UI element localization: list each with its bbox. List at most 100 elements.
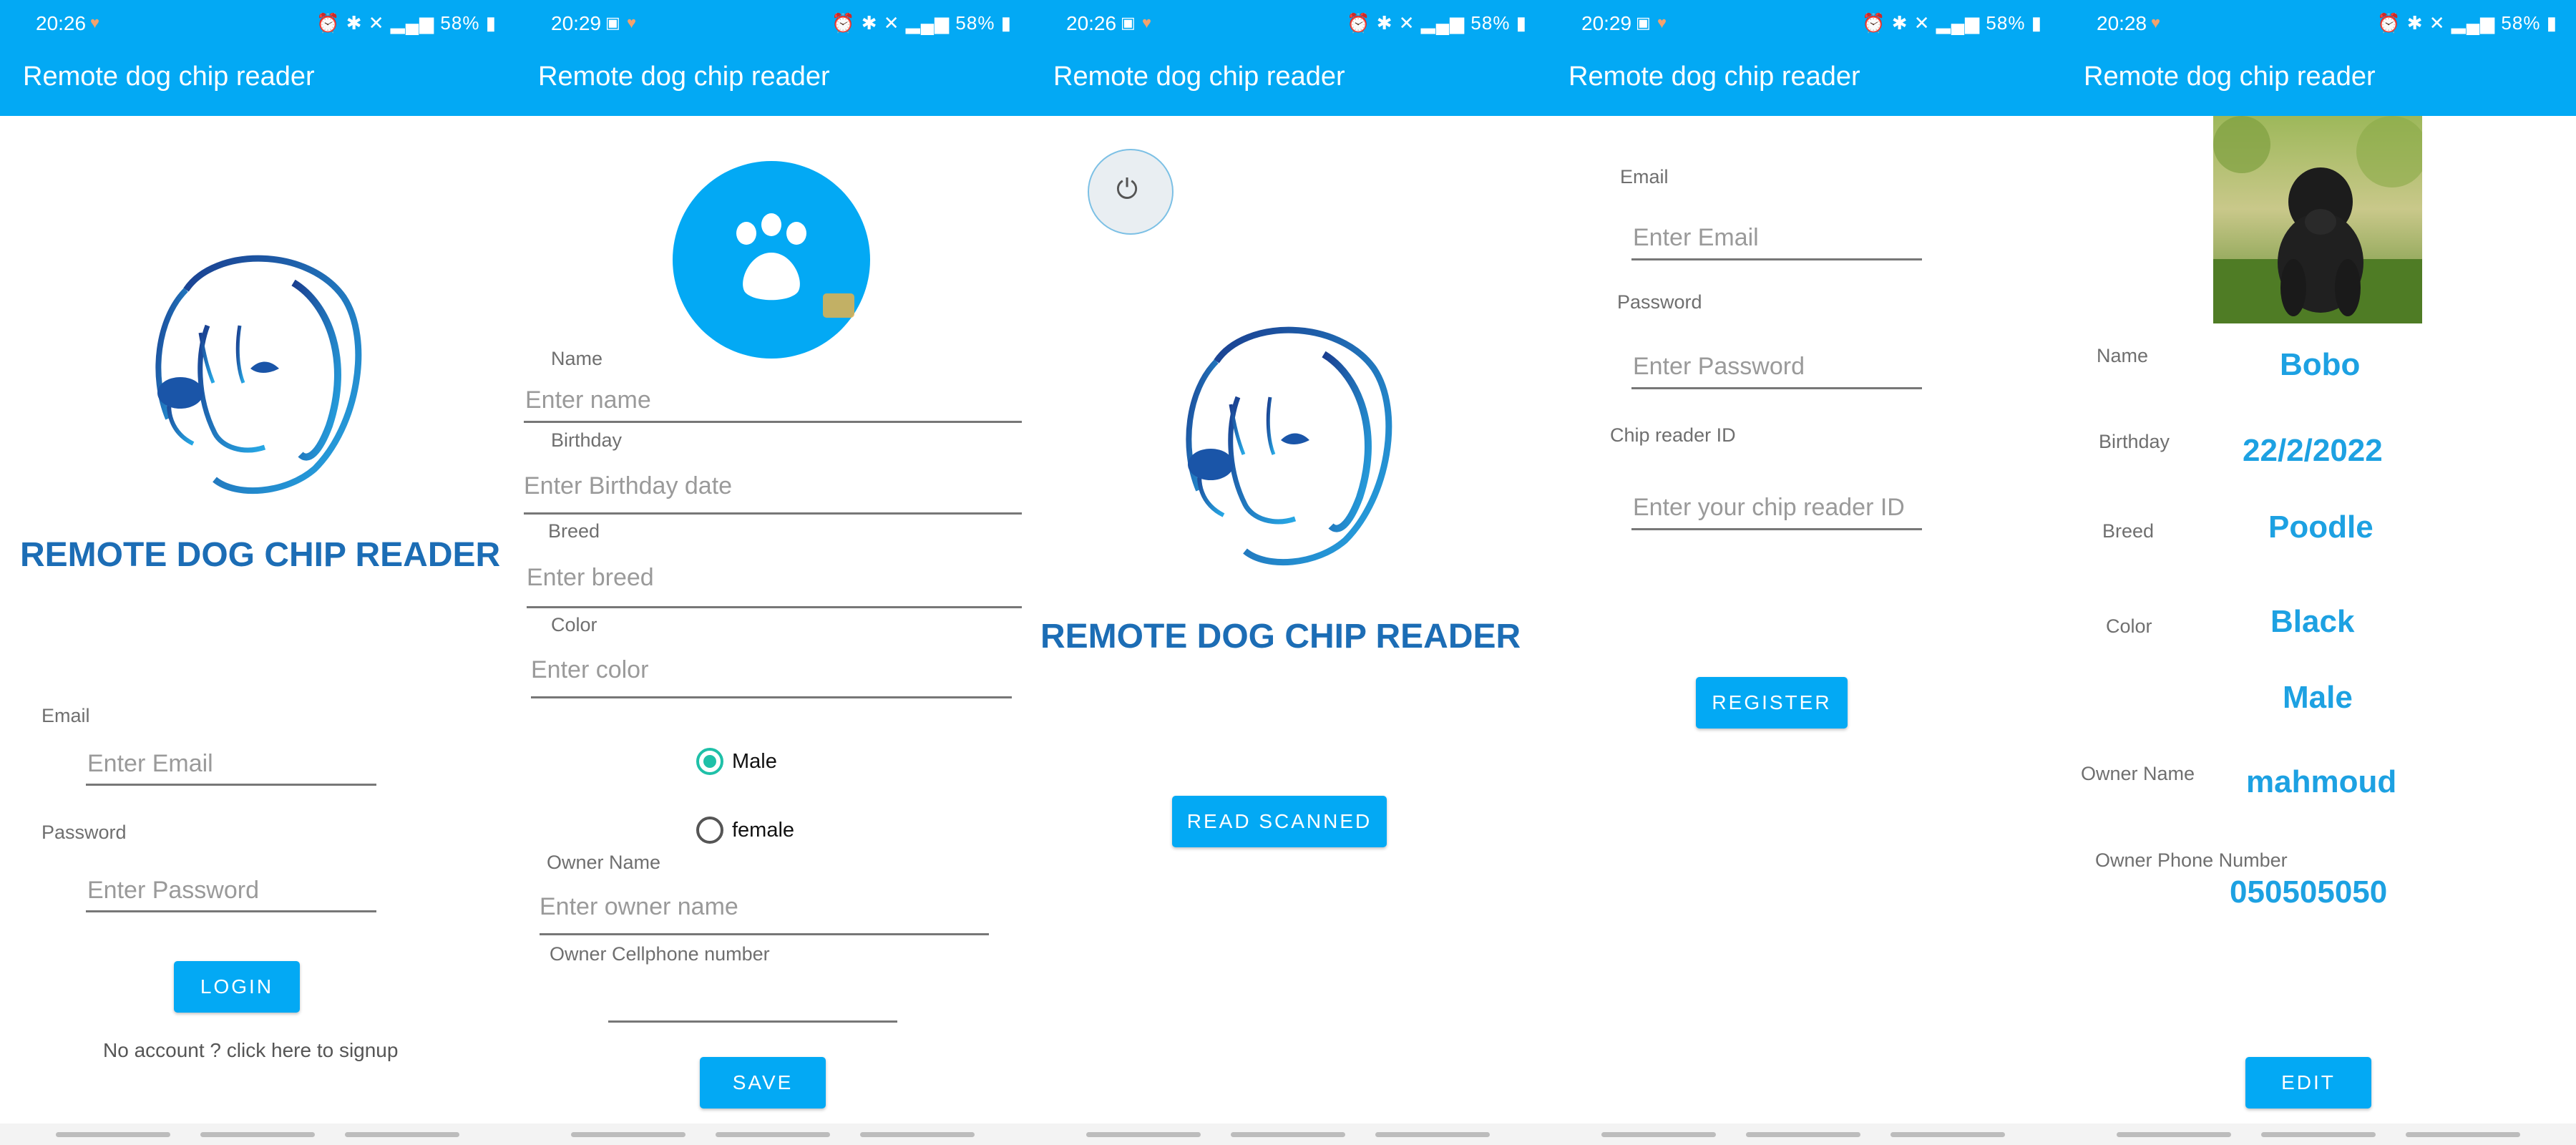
status-time: 20:26 (1066, 12, 1117, 34)
color-value: Black (2270, 604, 2355, 639)
app-title: Remote dog chip reader (538, 62, 830, 92)
password-underline (86, 910, 376, 912)
female-radio[interactable] (696, 817, 723, 844)
nav-home[interactable] (1746, 1132, 1860, 1137)
nav-recents[interactable] (56, 1132, 170, 1137)
power-button[interactable]: ⏻ (1088, 149, 1174, 235)
owner-phone-label: Owner Phone Number (2095, 849, 2288, 871)
scan-screen: 20:26 ▣ ♥ ⏰ ✱ ✕ ▂▄▆ 58% ▮ Remote dog chi… (1030, 0, 1546, 1145)
owner-phone-label: Owner Cellphone number (550, 943, 770, 965)
nav-bar (515, 1124, 1030, 1145)
color-input[interactable]: Enter color (531, 656, 648, 684)
alarm-icon: ⏰ (2377, 12, 2401, 34)
dog-photo-picker[interactable] (673, 161, 870, 359)
email-input[interactable]: Enter Email (87, 750, 213, 778)
mute-icon: ✕ (1913, 12, 1931, 34)
login-button[interactable]: LOGIN (174, 961, 300, 1013)
status-bar: 20:29 ▣ ♥ ⏰ ✱ ✕ ▂▄▆ 58% ▮ (515, 0, 1030, 46)
app-bar: Remote dog chip reader (2061, 46, 2576, 116)
nav-bar (1030, 1124, 1546, 1145)
edit-button[interactable]: EDIT (2245, 1057, 2371, 1109)
app-bar: Remote dog chip reader (1030, 46, 1546, 116)
signal-icon: ▂▄▆ (2451, 12, 2496, 34)
owner-phone-input[interactable] (608, 973, 897, 1020)
image-icon: ▣ (1636, 14, 1651, 31)
status-bar: 20:26 ▣ ♥ ⏰ ✱ ✕ ▂▄▆ 58% ▮ (1030, 0, 1546, 46)
camera-icon[interactable] (823, 293, 854, 318)
status-icons: ⏰ ✱ ✕ ▂▄▆ 58% ▮ (2377, 12, 2557, 34)
email-label: Email (1620, 166, 1669, 187)
breed-label: Breed (2102, 520, 2155, 542)
status-bar: 20:26 ♥ ⏰ ✱ ✕ ▂▄▆ 58% ▮ (0, 0, 515, 46)
nav-recents[interactable] (1601, 1132, 1716, 1137)
email-underline (86, 784, 376, 786)
password-input[interactable]: Enter Password (87, 877, 259, 905)
bluetooth-icon: ✱ (861, 12, 878, 34)
birthday-label: Birthday (2099, 431, 2170, 452)
register-button[interactable]: REGISTER (1696, 677, 1848, 729)
color-label: Color (551, 614, 597, 635)
name-value: Bobo (2280, 347, 2361, 382)
email-label: Email (42, 705, 90, 726)
nav-recents[interactable] (571, 1132, 686, 1137)
name-underline (524, 421, 1022, 423)
battery-percent: 58% (440, 12, 480, 34)
dog-photo (2213, 116, 2422, 323)
signal-icon: ▂▄▆ (1420, 12, 1465, 34)
save-button[interactable]: SAVE (700, 1057, 826, 1109)
power-icon: ⏻ (1116, 175, 1138, 205)
mute-icon: ✕ (1398, 12, 1415, 34)
nav-home[interactable] (1231, 1132, 1345, 1137)
battery-percent: 58% (955, 12, 995, 34)
nav-bar (1546, 1124, 2061, 1145)
alarm-icon: ⏰ (1862, 12, 1886, 34)
mute-icon: ✕ (2429, 12, 2446, 34)
nav-back[interactable] (1375, 1132, 1490, 1137)
password-input[interactable]: Enter Password (1633, 353, 1805, 381)
birthday-input[interactable]: Enter Birthday date (524, 472, 732, 500)
battery-icon: ▮ (1516, 12, 1527, 34)
signal-icon: ▂▄▆ (1936, 12, 1981, 34)
app-bar: Remote dog chip reader (515, 46, 1030, 116)
nav-back[interactable] (2406, 1132, 2520, 1137)
nav-home[interactable] (716, 1132, 830, 1137)
nav-bar (0, 1124, 515, 1145)
email-input[interactable]: Enter Email (1633, 224, 1759, 252)
name-input[interactable]: Enter name (525, 386, 651, 414)
bluetooth-icon: ✱ (2406, 12, 2424, 34)
dog-logo-icon (155, 255, 362, 494)
owner-name-label: Owner Name (2081, 763, 2195, 784)
owner-phone-value: 050505050 (2230, 874, 2388, 910)
app-bar: Remote dog chip reader (1546, 46, 2061, 116)
male-radio[interactable] (696, 748, 723, 775)
battery-icon: ▮ (2031, 12, 2042, 34)
breed-input[interactable]: Enter breed (527, 564, 654, 592)
status-icons: ⏰ ✱ ✕ ▂▄▆ 58% ▮ (316, 12, 497, 34)
screens-strip: 20:26 ♥ ⏰ ✱ ✕ ▂▄▆ 58% ▮ Remote dog chip … (0, 0, 2576, 1145)
read-scanned-button[interactable]: READ SCANNED (1172, 796, 1387, 847)
battery-icon: ▮ (485, 12, 497, 34)
battery-percent: 58% (1470, 12, 1511, 34)
breed-label: Breed (548, 520, 600, 542)
nav-home[interactable] (2261, 1132, 2376, 1137)
alarm-icon: ⏰ (831, 12, 856, 34)
nav-home[interactable] (200, 1132, 315, 1137)
app-title: Remote dog chip reader (23, 62, 315, 92)
status-time: 20:29 (1581, 12, 1632, 34)
paw-icon (736, 213, 806, 301)
status-icons: ⏰ ✱ ✕ ▂▄▆ 58% ▮ (1347, 12, 1527, 34)
nav-recents[interactable] (1086, 1132, 1201, 1137)
chip-id-input[interactable]: Enter your chip reader ID (1633, 494, 1905, 522)
brand-title: REMOTE DOG CHIP READER (1040, 618, 1521, 656)
image-icon: ▣ (1121, 14, 1136, 31)
nav-recents[interactable] (2117, 1132, 2231, 1137)
nav-back[interactable] (1890, 1132, 2005, 1137)
owner-name-input[interactable]: Enter owner name (540, 893, 738, 921)
status-time: 20:28 (2097, 12, 2147, 34)
signup-link[interactable]: No account ? click here to signup (103, 1039, 398, 1062)
bluetooth-icon: ✱ (346, 12, 363, 34)
heart-icon: ♥ (627, 14, 637, 31)
brand-title: REMOTE DOG CHIP READER (20, 536, 501, 574)
nav-back[interactable] (345, 1132, 459, 1137)
nav-back[interactable] (860, 1132, 975, 1137)
